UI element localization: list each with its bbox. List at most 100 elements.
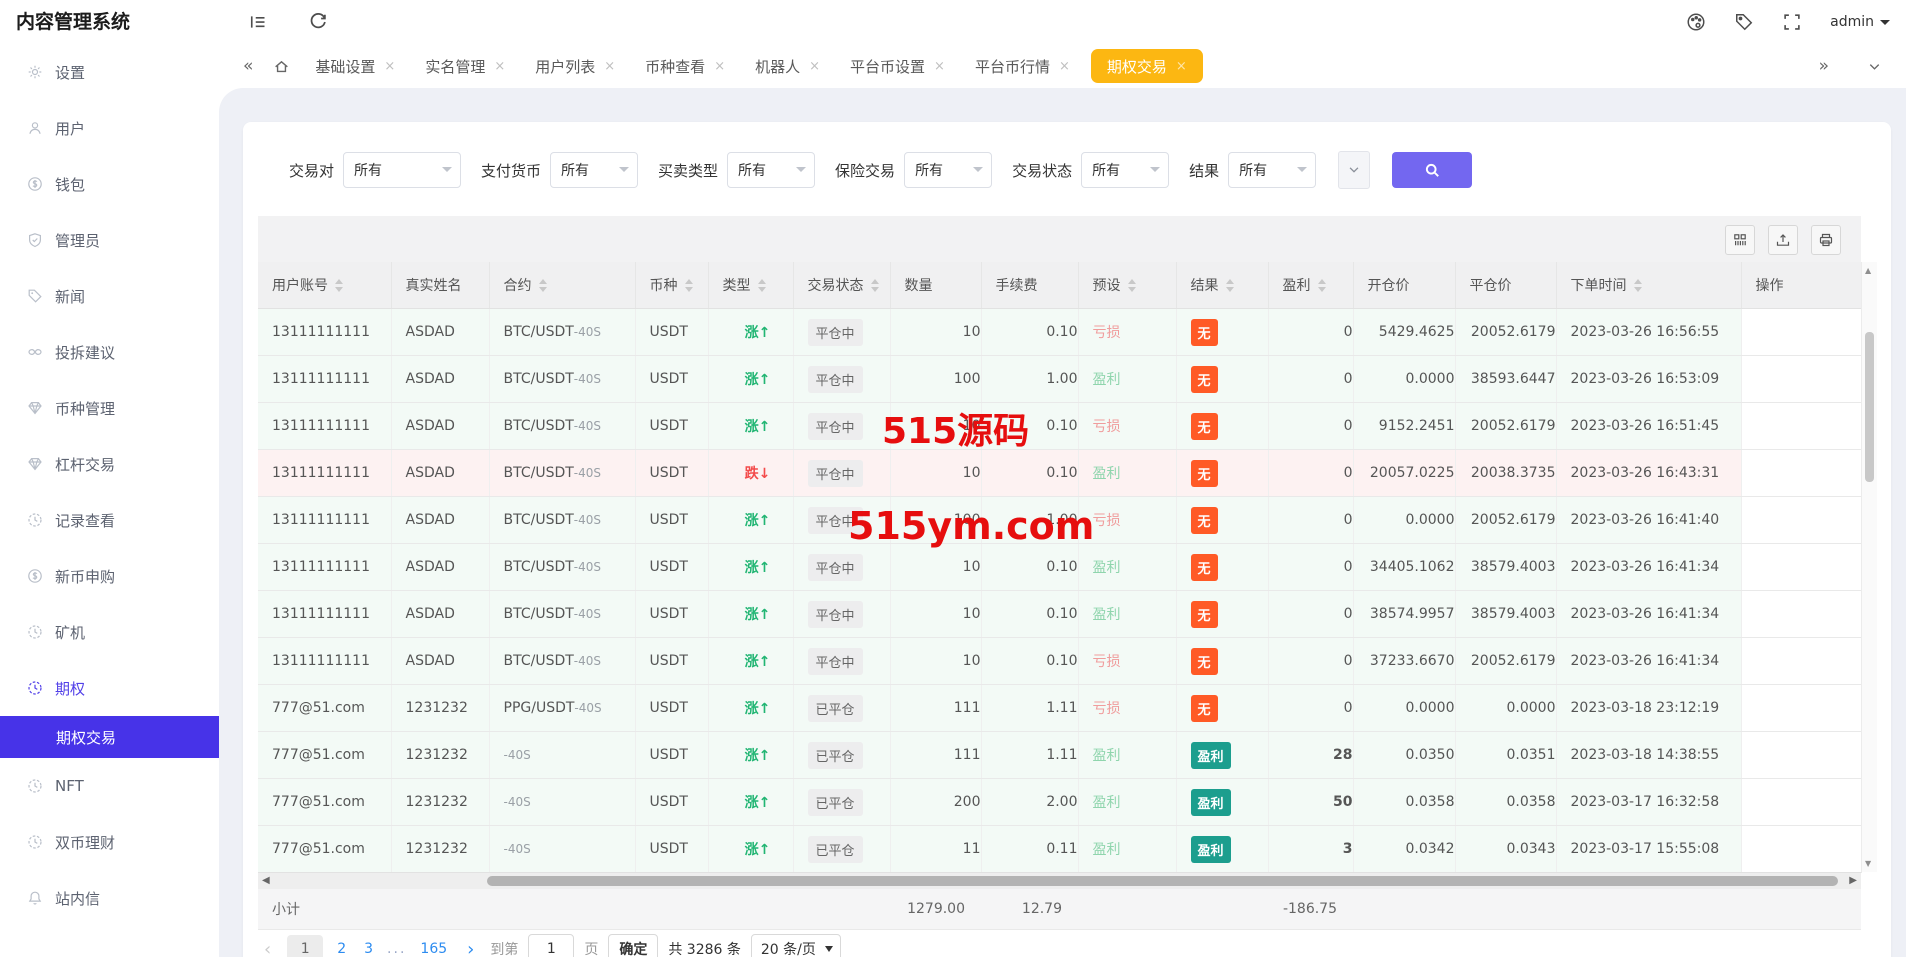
horizontal-scrollbar[interactable]: ◀ ▶	[258, 872, 1861, 890]
column-header-14[interactable]: 下单时间	[1556, 262, 1741, 309]
print-icon[interactable]	[1811, 225, 1841, 255]
sidebar-item-9[interactable]: 记录查看	[0, 492, 219, 548]
sort-icon[interactable]	[685, 279, 693, 292]
filter-label: 交易状态	[1012, 160, 1072, 181]
close-icon[interactable]: ×	[714, 60, 725, 73]
fullscreen-icon[interactable]	[1782, 12, 1802, 32]
subtotal-cell-12	[1353, 889, 1455, 930]
pagination-page-2[interactable]: 2	[333, 941, 350, 957]
column-label: 盈利	[1283, 275, 1311, 295]
column-header-3[interactable]: 合约	[489, 262, 635, 309]
close-icon[interactable]: ×	[494, 60, 505, 73]
column-header-1[interactable]: 用户账号	[258, 262, 391, 309]
sidebar-item-10[interactable]: 新币申购	[0, 548, 219, 604]
tab-8[interactable]: 期权交易×	[1091, 49, 1203, 83]
filter-select-6[interactable]: 所有	[1228, 152, 1316, 188]
sidebar-subitem-期权交易[interactable]: 期权交易	[0, 716, 219, 758]
content-area: 交易对所有支付货币所有买卖类型所有保险交易所有交易状态所有结果所有 用户账号真实…	[219, 88, 1906, 957]
sidebar-item-12[interactable]: 期权	[0, 660, 219, 716]
pagination-prev-icon[interactable]: ‹	[258, 939, 277, 957]
export-icon[interactable]	[1768, 225, 1798, 255]
scroll-up-arrow-icon[interactable]: ▲	[1865, 266, 1871, 275]
vertical-scrollbar-thumb[interactable]	[1865, 332, 1874, 482]
column-header-6[interactable]: 交易状态	[793, 262, 890, 309]
sort-icon[interactable]	[1318, 279, 1326, 292]
vertical-scrollbar[interactable]: ▲ ▼	[1861, 262, 1877, 872]
sidebar-item-4[interactable]: 管理员	[0, 212, 219, 268]
column-header-4[interactable]: 币种	[635, 262, 708, 309]
pagination-page-3[interactable]: 3	[360, 941, 377, 957]
sidebar-item-label: 钱包	[55, 174, 85, 195]
sidebar-item-6[interactable]: 投拆建议	[0, 324, 219, 380]
page-size-select[interactable]: 20 条/页	[751, 934, 841, 957]
pagination-page-current[interactable]: 1	[287, 935, 323, 957]
tab-4[interactable]: 币种查看×	[630, 44, 740, 88]
sidebar-item-7[interactable]: 币种管理	[0, 380, 219, 436]
filter-select-4[interactable]: 所有	[904, 152, 992, 188]
sidebar-item-3[interactable]: 钱包	[0, 156, 219, 212]
sidebar-item-1[interactable]: 设置	[0, 44, 219, 100]
tab-2[interactable]: 实名管理×	[410, 44, 520, 88]
theme-palette-icon[interactable]	[1686, 12, 1706, 32]
sidebar-item-2[interactable]: 用户	[0, 100, 219, 156]
tab-5[interactable]: 机器人×	[740, 44, 835, 88]
tab-7[interactable]: 平台币行情×	[960, 44, 1085, 88]
sort-icon[interactable]	[871, 279, 879, 292]
tag-icon[interactable]	[1734, 12, 1754, 32]
close-icon[interactable]: ×	[384, 60, 395, 73]
pagination-goto-input[interactable]	[528, 934, 574, 957]
pagination-confirm-button[interactable]: 确定	[608, 934, 658, 957]
sort-icon[interactable]	[335, 279, 343, 292]
result-badge: 无	[1191, 695, 1218, 722]
close-icon[interactable]: ×	[1176, 60, 1187, 73]
filter-select-2[interactable]: 所有	[550, 152, 638, 188]
tab-6[interactable]: 平台币设置×	[835, 44, 960, 88]
columns-setting-icon[interactable]	[1725, 225, 1755, 255]
tab-3[interactable]: 用户列表×	[520, 44, 630, 88]
sidebar-item-5[interactable]: 新闻	[0, 268, 219, 324]
scroll-left-arrow-icon[interactable]: ◀	[262, 875, 270, 886]
sort-icon[interactable]	[539, 279, 547, 292]
filter-select-5[interactable]: 所有	[1081, 152, 1169, 188]
column-header-11[interactable]: 盈利	[1268, 262, 1353, 309]
column-header-9[interactable]: 预设	[1078, 262, 1176, 309]
expand-filters-chevron-icon[interactable]	[1338, 151, 1370, 189]
sidebar-item-15[interactable]: 站内信	[0, 870, 219, 926]
pagination-next-icon[interactable]: ›	[461, 939, 480, 957]
column-header-10[interactable]: 结果	[1176, 262, 1268, 309]
admin-menu[interactable]: admin	[1830, 14, 1890, 30]
close-icon[interactable]: ×	[1059, 60, 1070, 73]
sidebar-item-14[interactable]: 双币理财	[0, 814, 219, 870]
column-header-5[interactable]: 类型	[708, 262, 793, 309]
close-icon[interactable]: ×	[934, 60, 945, 73]
cell-amount: 100	[890, 356, 981, 403]
column-label: 交易状态	[808, 275, 864, 295]
home-icon[interactable]	[273, 58, 290, 75]
sort-icon[interactable]	[758, 279, 766, 292]
sidebar-item-11[interactable]: 矿机	[0, 604, 219, 660]
scroll-right-arrow-icon[interactable]: ▶	[1849, 875, 1857, 886]
scroll-down-arrow-icon[interactable]: ▼	[1865, 859, 1871, 868]
filter-select-3[interactable]: 所有	[727, 152, 815, 188]
refresh-icon[interactable]	[308, 12, 328, 32]
search-button[interactable]	[1392, 152, 1472, 188]
pagination-page-165[interactable]: 165	[416, 941, 451, 957]
sort-icon[interactable]	[1634, 279, 1642, 292]
menu-collapse-icon[interactable]	[248, 12, 268, 32]
filter-select-1[interactable]: 所有	[343, 152, 461, 188]
cell-open-price: 20057.0225	[1353, 450, 1455, 497]
tabs-list-chevron-icon[interactable]	[1867, 59, 1882, 74]
tab-1[interactable]: 基础设置×	[300, 44, 410, 88]
cell-status: 平仓中	[793, 591, 890, 638]
tabs-scroll-left-icon[interactable]: «	[243, 44, 253, 88]
close-icon[interactable]: ×	[809, 60, 820, 73]
sort-icon[interactable]	[1128, 279, 1136, 292]
close-icon[interactable]: ×	[604, 60, 615, 73]
horizontal-scrollbar-thumb[interactable]	[487, 876, 1838, 886]
sidebar-item-8[interactable]: 杠杆交易	[0, 436, 219, 492]
sidebar-item-13[interactable]: NFT	[0, 758, 219, 814]
tabs-scroll-right-icon[interactable]: »	[1819, 44, 1829, 88]
sort-icon[interactable]	[1226, 279, 1234, 292]
cell-fee: 0.11	[981, 826, 1078, 873]
cell-profit: 0	[1268, 356, 1353, 403]
